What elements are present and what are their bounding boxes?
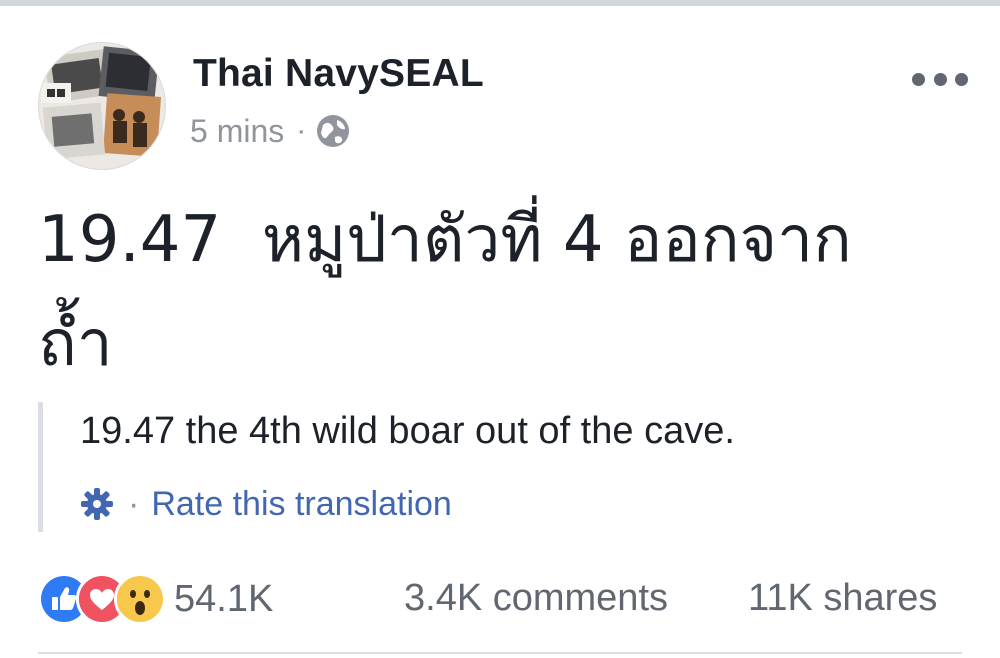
meta-separator: ·	[296, 114, 307, 147]
gear-icon[interactable]	[80, 487, 114, 521]
avatar-collage-image	[39, 43, 165, 169]
globe-icon[interactable]	[315, 113, 351, 149]
more-dot	[955, 72, 968, 86]
rate-separator: ·	[128, 484, 140, 523]
more-dot	[933, 72, 947, 86]
wow-icon	[114, 573, 166, 625]
page-name-link[interactable]: Thai NavySEAL	[193, 52, 484, 96]
translation-block: 19.47 the 4th wild boar out of the cave.…	[38, 402, 943, 532]
top-border	[0, 0, 1000, 6]
post-meta: 5 mins ·	[190, 111, 351, 151]
page-avatar[interactable]	[38, 42, 166, 170]
more-options-icon[interactable]	[912, 66, 968, 92]
post-timestamp[interactable]: 5 mins	[190, 113, 284, 150]
rate-translation-link[interactable]: Rate this translation	[151, 485, 452, 524]
translated-text: 19.47 the 4th wild boar out of the cave.	[80, 410, 735, 452]
post-text-line: 19.47 หมูป่าตัวที่ 4 ออกจาก	[38, 203, 852, 277]
more-dot	[912, 72, 925, 86]
comments-count-link[interactable]: 3.4K comments	[404, 577, 668, 620]
post-body: 19.47 หมูป่าตัวที่ 4 ออกจาก ถ้ำ	[38, 188, 958, 396]
divider	[38, 652, 962, 654]
reaction-count: 54.1K	[174, 577, 274, 620]
shares-count-link[interactable]: 11K shares	[748, 577, 937, 620]
rate-translation-row: · Rate this translation	[80, 482, 452, 526]
reactions-summary[interactable]: 54.1K	[38, 573, 273, 625]
post-text-line: ถ้ำ	[38, 307, 113, 381]
